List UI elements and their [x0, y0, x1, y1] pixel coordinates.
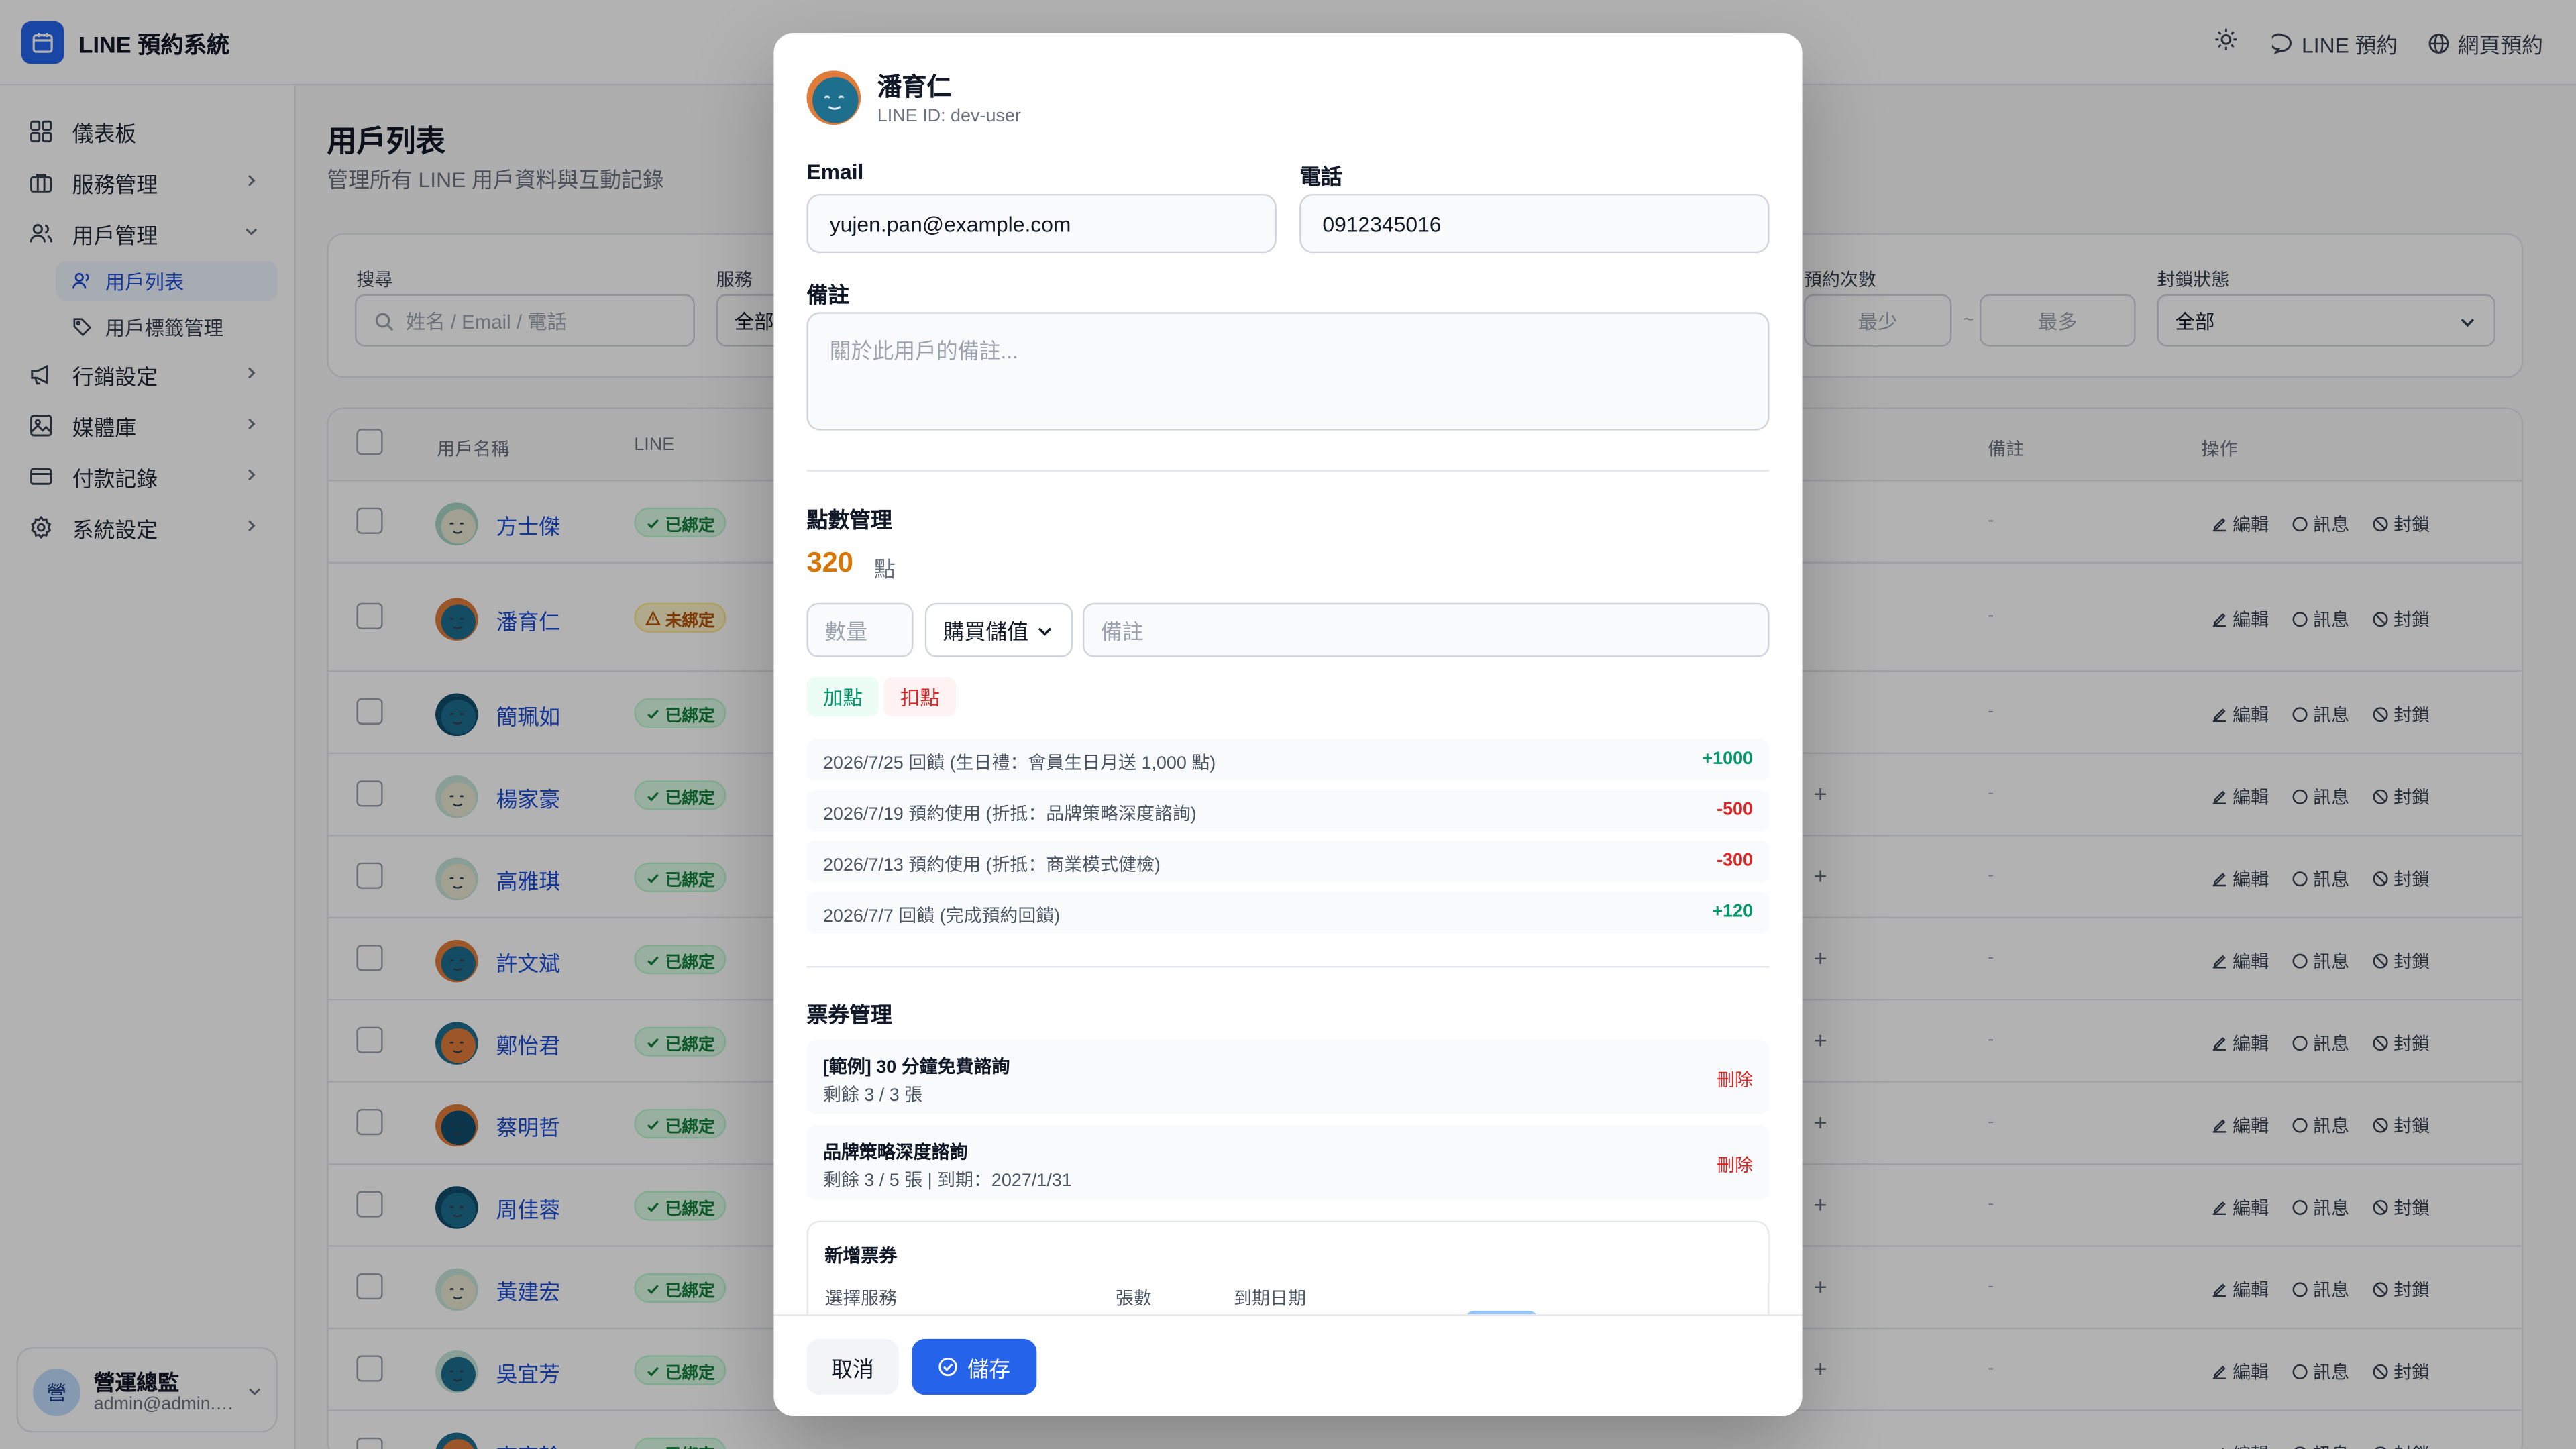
history-value: -500	[1717, 800, 1754, 820]
quantity-placeholder: 數量	[824, 619, 868, 645]
points-section-title: 點數管理	[806, 507, 892, 533]
email-value: yujen.pan@example.com	[829, 211, 1071, 236]
new-ticket-form: 新增票券 選擇服務 張數 到期日期	[806, 1220, 1770, 1315]
modal-body: 潘育仁 LINE ID: dev-user Email yujen.pan@ex…	[773, 33, 1802, 1315]
history-value: +120	[1712, 902, 1754, 922]
tickets-section-title: 票券管理	[806, 1002, 892, 1027]
email-label: Email	[806, 159, 864, 184]
modal-footer: 取消 儲存	[773, 1314, 1803, 1417]
phone-value: 0912345016	[1322, 211, 1442, 236]
memo-placeholder: 備註	[1100, 619, 1144, 645]
ticket-name: [範例] 30 分鐘免費諮詢	[822, 1058, 1010, 1078]
service-select-label: 選擇服務	[824, 1289, 898, 1309]
points-quantity-input[interactable]: 數量	[806, 602, 914, 657]
points-unit: 點	[873, 557, 896, 582]
cancel-button[interactable]: 取消	[806, 1338, 899, 1395]
user-edit-modal: 潘育仁 LINE ID: dev-user Email yujen.pan@ex…	[773, 32, 1803, 1417]
points-history-item: 2026/7/19 預約使用 (折抵：品牌策略深度諮詢) -500	[806, 790, 1770, 832]
app-root: LINE 預約系統 LINE 預約 網頁預約 儀表板 服務管理 用戶管理 用戶列…	[0, 0, 2576, 1449]
points-balance: 320	[806, 547, 853, 579]
email-field[interactable]: yujen.pan@example.com	[806, 193, 1277, 254]
points-type-select[interactable]: 購買儲值	[924, 602, 1073, 657]
phone-label: 電話	[1299, 164, 1342, 189]
history-desc: 2026/7/25 回饋 (生日禮：會員生日月送 1,000 點)	[822, 754, 1216, 774]
history-desc: 2026/7/7 回饋 (完成預約回饋)	[822, 906, 1061, 927]
note-placeholder: 關於此用戶的備註...	[829, 338, 1018, 364]
ticket-qty-label: 張數	[1115, 1289, 1152, 1309]
modal-line-id: LINE ID: dev-user	[877, 107, 1021, 127]
modal-user-name: 潘育仁	[877, 74, 951, 102]
phone-field[interactable]: 0912345016	[1299, 193, 1770, 254]
ticket-delete-button[interactable]: 刪除	[1717, 1066, 1753, 1092]
note-textarea[interactable]: 關於此用戶的備註...	[806, 312, 1770, 431]
points-history-item: 2026/7/13 預約使用 (折抵：商業模式健檢) -300	[806, 841, 1770, 883]
deduct-points-button[interactable]: 扣點	[883, 676, 957, 716]
history-desc: 2026/7/19 預約使用 (折抵：品牌策略深度諮詢)	[822, 805, 1197, 825]
points-memo-input[interactable]: 備註	[1082, 602, 1770, 657]
history-value: -300	[1717, 851, 1754, 871]
points-history-item: 2026/7/25 回饋 (生日禮：會員生日月送 1,000 點) +1000	[806, 739, 1770, 781]
divider	[806, 470, 1770, 472]
history-desc: 2026/7/13 預約使用 (折抵：商業模式健檢)	[822, 855, 1161, 876]
divider	[806, 966, 1770, 968]
save-button[interactable]: 儲存	[912, 1338, 1037, 1395]
save-label: 儲存	[967, 1356, 1011, 1381]
points-type-value: 購買儲值	[943, 619, 1029, 645]
add-points-button[interactable]: 加點	[806, 676, 879, 716]
chevron-down-icon	[1038, 627, 1052, 636]
points-history-item: 2026/7/7 回饋 (完成預約回饋) +120	[806, 892, 1770, 934]
history-value: +1000	[1702, 749, 1754, 769]
check-circle-icon	[938, 1357, 957, 1377]
ticket-delete-button[interactable]: 刪除	[1717, 1152, 1753, 1178]
ticket-remaining: 剩餘 3 / 5 張 | 到期：2027/1/31	[822, 1171, 1072, 1191]
new-ticket-title: 新增票券	[824, 1246, 898, 1267]
avatar	[806, 70, 861, 125]
ticket-remaining: 剩餘 3 / 3 張	[822, 1085, 923, 1106]
ticket-name: 品牌策略深度諮詢	[822, 1143, 968, 1163]
expiry-date-label: 到期日期	[1234, 1289, 1306, 1309]
ticket-item: [範例] 30 分鐘免費諮詢 剩餘 3 / 3 張 刪除	[806, 1040, 1770, 1114]
note-label: 備註	[806, 282, 850, 307]
ticket-item: 品牌策略深度諮詢 剩餘 3 / 5 張 | 到期：2027/1/31 刪除	[806, 1125, 1770, 1199]
